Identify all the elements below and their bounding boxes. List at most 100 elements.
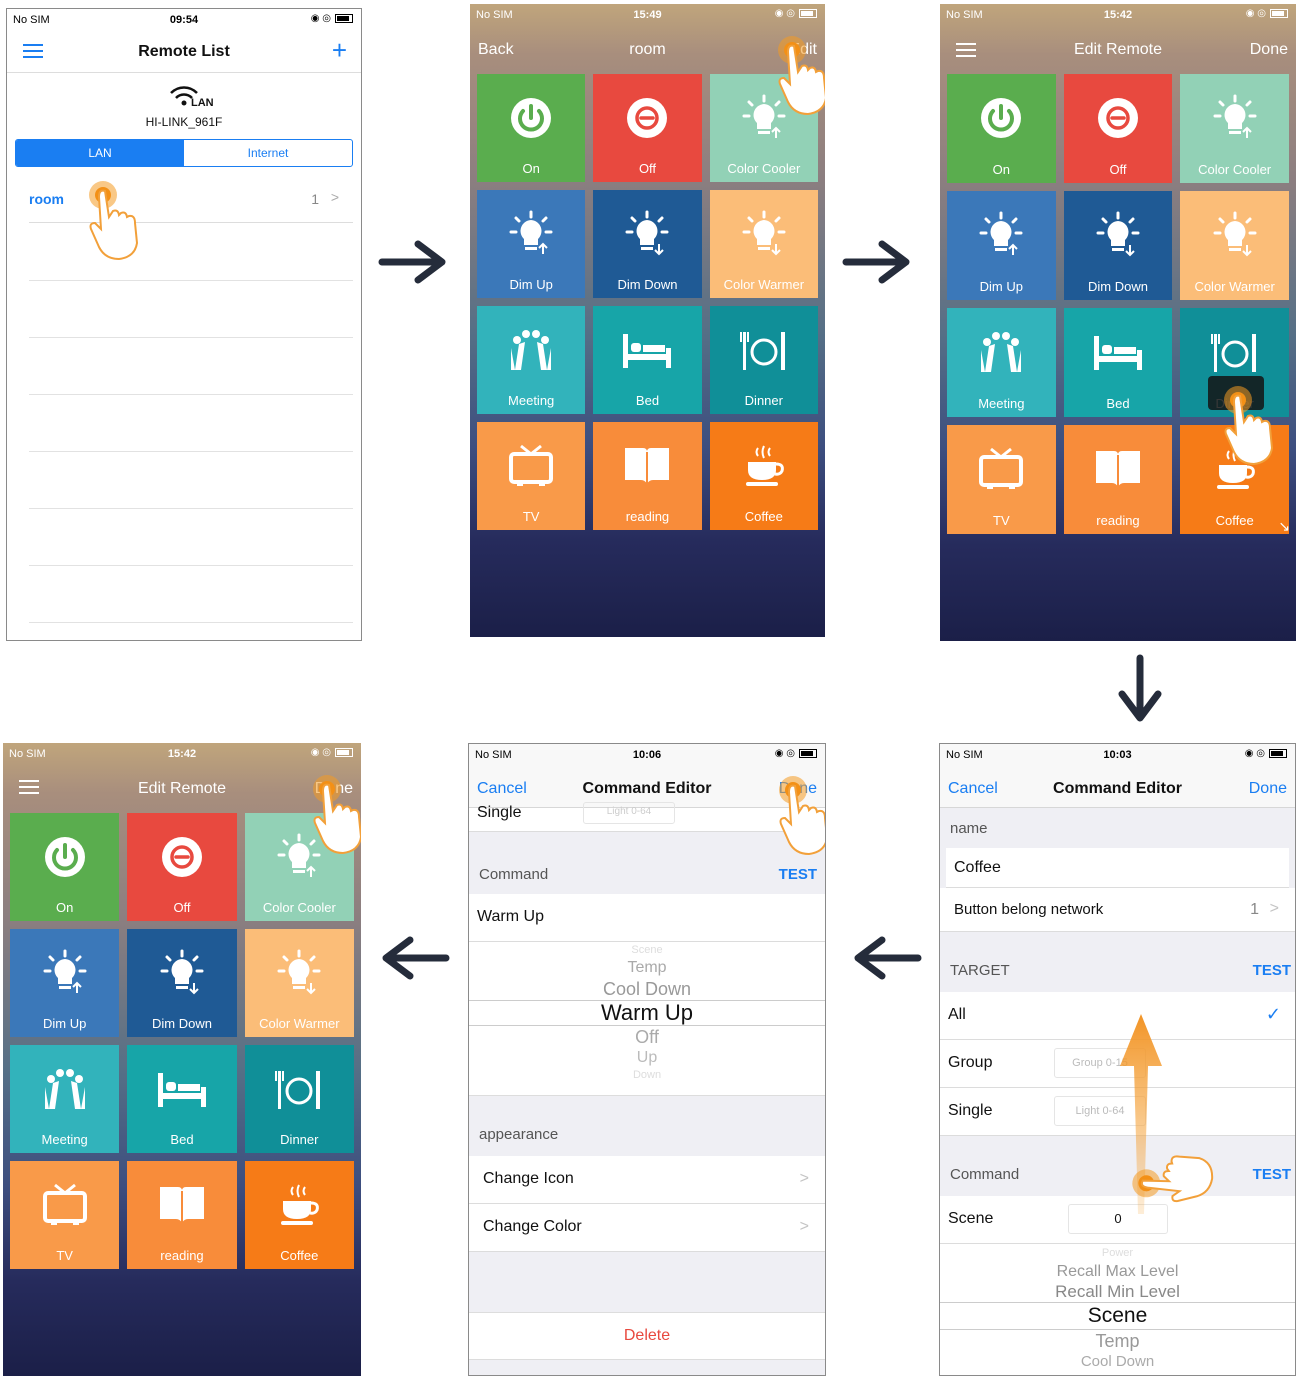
list-item-label: room	[29, 191, 64, 207]
tile-coffee[interactable]: Coffee	[244, 1161, 354, 1269]
tile-off[interactable]: Off	[1063, 74, 1173, 183]
tile-dinner[interactable]: Dinner	[709, 306, 818, 414]
tile-label: On	[992, 162, 1010, 177]
meeting-icon	[477, 326, 585, 374]
tile-reading[interactable]: reading	[593, 422, 702, 530]
picker-option[interactable]: Scene	[469, 942, 825, 958]
tile-label: Color Warmer	[259, 1016, 340, 1031]
resize-icon[interactable]: ↘	[1278, 518, 1290, 535]
tile-tv[interactable]: TV	[10, 1161, 120, 1269]
command-row[interactable]: Warm Up	[469, 894, 825, 942]
tile-off[interactable]: Off	[127, 813, 237, 921]
done-button[interactable]: Done	[1249, 780, 1287, 798]
tile-dim-down[interactable]: Dim Down	[127, 929, 237, 1037]
add-icon[interactable]: +	[332, 35, 347, 66]
tile-coffee[interactable]: Coffee	[709, 422, 818, 530]
picker-option[interactable]: Temp	[940, 1330, 1295, 1352]
tile-label: Coffee	[744, 509, 783, 524]
tap-hand-icon	[775, 776, 825, 856]
tile-label: Meeting	[508, 393, 555, 408]
picker-option[interactable]: Up	[469, 1048, 825, 1068]
tile-reading[interactable]: reading	[1063, 425, 1173, 534]
target-all-row[interactable]: All ✓	[940, 992, 1295, 1040]
tile-on[interactable]: On	[477, 74, 586, 182]
picker-option[interactable]: Down	[469, 1068, 825, 1082]
single-input[interactable]: Light 0-64	[583, 802, 675, 824]
tile-meeting[interactable]: Meeting	[947, 308, 1056, 417]
tile-meeting[interactable]: Meeting	[10, 1045, 120, 1153]
tile-on[interactable]: On	[947, 74, 1056, 183]
tile-dinner[interactable]: Dinner	[244, 1045, 354, 1153]
tap-hand-icon	[85, 181, 145, 261]
tile-dim-down[interactable]: Dim Down	[1063, 191, 1173, 300]
tile-dim-up[interactable]: Dim Up	[947, 191, 1056, 300]
tile-label: On	[522, 161, 540, 176]
name-field[interactable]: Coffee	[946, 848, 1289, 888]
test-button[interactable]: TEST	[1253, 1166, 1291, 1183]
picker-option[interactable]: Scene	[940, 1302, 1295, 1330]
target-group-row[interactable]: Group Group 0-15	[940, 1040, 1295, 1088]
clock: 15:42	[167, 748, 197, 760]
tv-icon	[947, 445, 1056, 493]
tile-on[interactable]: On	[10, 813, 120, 921]
status-bar: No SIM 15:42 ◉ ◎	[3, 743, 361, 767]
tile-reading[interactable]: reading	[127, 1161, 237, 1269]
tile-bed[interactable]: Bed	[127, 1045, 237, 1153]
done-button[interactable]: Done	[1250, 41, 1288, 59]
status-bar: No SIM 15:49 ◉ ◎	[470, 4, 825, 28]
tile-off[interactable]: Off	[593, 74, 702, 182]
arrow-right-icon	[842, 240, 910, 284]
tile-color-cooler[interactable]: Color Cooler	[1180, 74, 1289, 183]
picker-option[interactable]: Recall Min Level	[940, 1282, 1295, 1302]
status-icons: ◉ ◎	[775, 748, 817, 759]
status-icons: ◉ ◎	[1245, 748, 1287, 759]
picker-option[interactable]: Warm Up	[469, 1000, 825, 1026]
bed-icon	[593, 326, 701, 374]
list-item-room[interactable]: room 1 >	[29, 179, 353, 223]
bulb-down-icon	[1180, 211, 1289, 259]
bulb-up-icon	[947, 211, 1056, 259]
picker-option[interactable]: Power	[940, 1244, 1295, 1262]
command-picker[interactable]: Power Recall Max Level Recall Min Level Sce…	[940, 1244, 1295, 1375]
change-icon-row[interactable]: Change Icon >	[469, 1156, 825, 1204]
tile-label: Color Cooler	[262, 900, 336, 915]
tile-dim-up[interactable]: Dim Up	[477, 190, 586, 298]
network-row[interactable]: Button belong network 1 >	[940, 888, 1295, 932]
change-color-row[interactable]: Change Color >	[469, 1204, 825, 1252]
test-button[interactable]: TEST	[1253, 962, 1291, 979]
delete-button[interactable]: Delete	[624, 1327, 670, 1344]
tile-label: Dim Up	[979, 279, 1023, 294]
tile-label: Dim Up	[42, 1016, 87, 1031]
tile-bed[interactable]: Bed	[593, 306, 702, 414]
picker-option[interactable]: Off	[469, 1026, 825, 1048]
tile-meeting[interactable]: Meeting	[477, 306, 586, 414]
status-icons: ◉ ◎	[311, 13, 353, 24]
tile-bed[interactable]: Bed	[1063, 308, 1173, 417]
picker-option[interactable]: Cool Down	[940, 1352, 1295, 1372]
tile-tv[interactable]: TV	[477, 422, 586, 530]
segment-lan[interactable]: LAN	[16, 140, 184, 166]
meeting-icon	[947, 328, 1056, 376]
scene-row[interactable]: Scene 0	[940, 1196, 1295, 1244]
tile-color-warmer[interactable]: Color Warmer	[1180, 191, 1289, 300]
tile-dim-up[interactable]: Dim Up	[10, 929, 120, 1037]
tile-color-warmer[interactable]: Color Warmer	[709, 190, 818, 298]
battery-icon	[1269, 749, 1287, 758]
picker-option[interactable]: Recall Max Level	[940, 1262, 1295, 1282]
tile-dim-down[interactable]: Dim Down	[593, 190, 702, 298]
name-header: name	[950, 820, 988, 837]
clock: 10:06	[632, 749, 662, 761]
tile-color-warmer[interactable]: Color Warmer	[244, 929, 354, 1037]
picker-option[interactable]: Cool Down	[469, 978, 825, 1000]
tile-label: Color Cooler	[727, 161, 801, 176]
tile-tv[interactable]: TV	[947, 425, 1056, 534]
command-picker[interactable]: Scene Temp Cool Down Warm Up Off Up Down	[469, 942, 825, 1096]
battery-icon	[1270, 9, 1288, 18]
tv-icon	[10, 1181, 119, 1229]
delete-row[interactable]: Delete	[469, 1312, 825, 1360]
coffee-icon	[710, 442, 818, 490]
segment-internet[interactable]: Internet	[184, 140, 352, 166]
picker-option[interactable]: Temp	[469, 958, 825, 978]
test-button[interactable]: TEST	[779, 866, 817, 883]
target-single-row[interactable]: Single Light 0-64	[940, 1088, 1295, 1136]
